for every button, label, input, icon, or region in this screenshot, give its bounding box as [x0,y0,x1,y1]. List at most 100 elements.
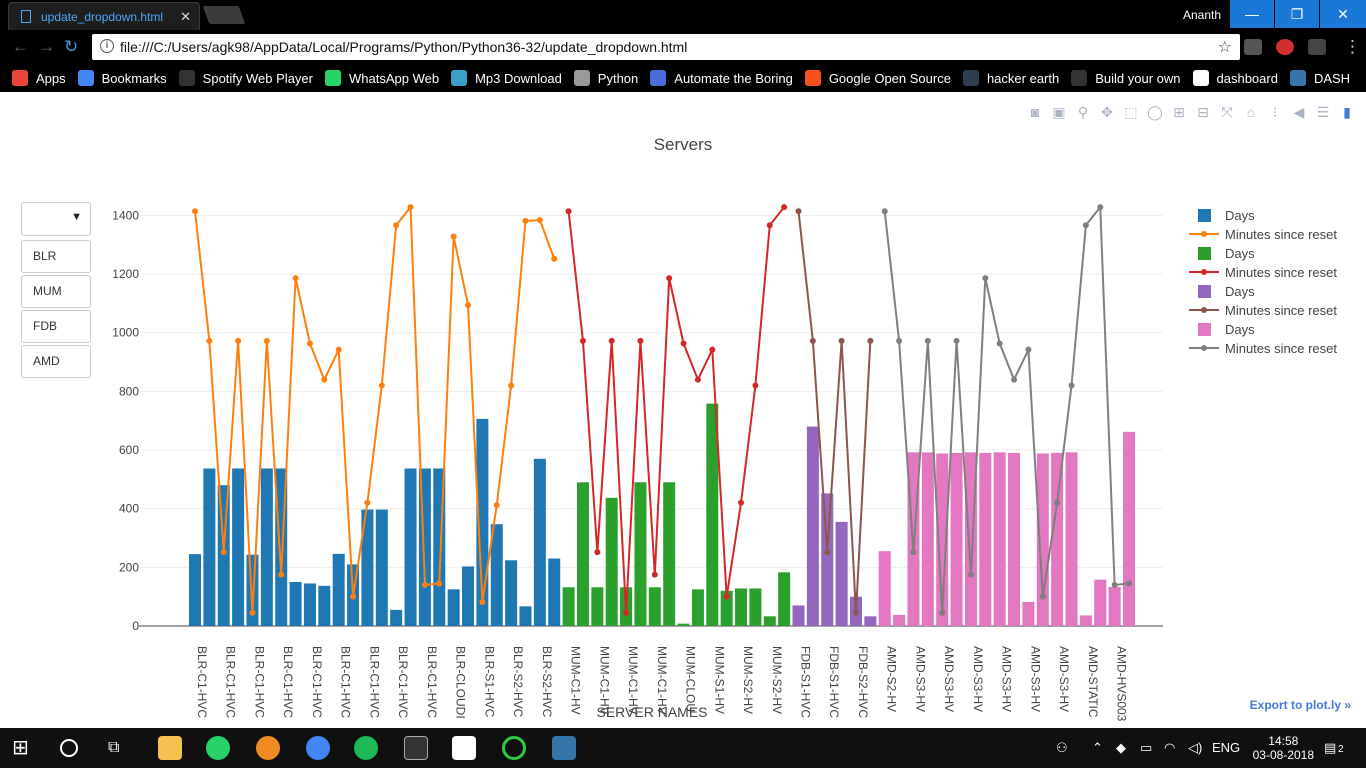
volume-icon[interactable]: ◁) [1188,740,1202,756]
document-icon [21,10,31,23]
camera-icon[interactable]: ◙ [1026,104,1044,121]
browser-tab[interactable]: update_dropdown.html ✕ [8,2,200,30]
line-point [522,217,529,224]
bookmark-item[interactable]: Python [573,70,638,86]
bookmark-item[interactable]: Build your own [1071,70,1181,86]
task-view-icon[interactable]: ⧉ [108,736,132,760]
hover-compare-icon[interactable]: ☰ [1314,104,1332,121]
app-icon[interactable] [256,736,280,760]
bookmark-item[interactable]: DASH [1289,70,1350,86]
bar [462,566,475,626]
region-dropdown[interactable]: ▼ [21,202,91,236]
box-select-icon[interactable]: ⬚ [1122,104,1140,121]
hover-closest-icon[interactable]: ◀ [1290,104,1308,121]
clock[interactable]: 14:58 03-08-2018 [1253,734,1314,762]
profile-name[interactable]: Ananth [1183,8,1221,22]
bookmark-star-icon[interactable]: ☆ [1218,37,1232,57]
bar [1094,579,1107,626]
back-icon[interactable]: ← [12,37,29,57]
clock-date: 03-08-2018 [1252,748,1314,762]
dropdown-arrow-icon[interactable]: ▼ [71,211,82,223]
url-text: file:///C:/Users/agk98/AppData/Local/Pro… [120,39,688,55]
bookmark-label: Bookmarks [101,70,167,86]
save-icon[interactable]: ▣ [1050,104,1068,121]
extension-icon[interactable] [1244,39,1262,55]
bookmark-item[interactable]: dashboard [1192,70,1278,86]
language-indicator[interactable]: ENG [1212,740,1240,755]
file-explorer-icon[interactable] [158,736,182,760]
series-line [567,206,785,613]
line-point [508,382,515,389]
autoscale-icon[interactable]: ⤧ [1218,104,1236,121]
servers-chart: 0 200 400 600 800 1000 1200 1400 Servers BLR-C1-H… [112,135,1337,722]
python-icon[interactable] [552,736,576,760]
forward-icon[interactable]: → [38,37,55,57]
x-tick-label: BLR-CLOUDI [454,646,468,719]
zoom-in-icon[interactable]: ⊞ [1170,104,1188,121]
pan-icon[interactable]: ✥ [1098,104,1116,121]
search-icon[interactable] [60,739,78,757]
bookmark-item[interactable]: WhatsApp Web [324,70,439,86]
x-tick-label: BLR-S2-HVC [511,646,525,718]
wifi-icon[interactable]: ◠ [1164,740,1175,756]
bar [375,509,388,626]
people-icon[interactable]: ⚇ [1056,740,1068,756]
dropbox-icon[interactable]: ◆ [1116,740,1126,756]
windows-start-icon[interactable]: ⊞ [12,736,36,760]
plotly-logo-icon[interactable]: ▮ [1338,104,1356,121]
series-line [883,204,1130,613]
adblock-icon[interactable] [1276,39,1294,55]
line-point [335,346,342,353]
zoom-out-icon[interactable]: ⊟ [1194,104,1212,121]
bookmark-label: Automate the Boring [674,70,793,86]
address-bar[interactable]: i file:///C:/Users/agk98/AppData/Local/P… [92,34,1240,60]
maximize-button[interactable]: ❐ [1275,0,1319,28]
legend-label: Minutes since reset [1225,341,1337,356]
bar [778,572,791,626]
y-tick-label: 1000 [112,326,139,340]
spike-lines-icon[interactable]: ⁝ [1266,104,1284,121]
tab-close-icon[interactable]: ✕ [180,9,191,25]
dropdown-option-mum[interactable]: MUM [21,275,91,308]
cmd-icon[interactable] [404,736,428,760]
dropdown-option-amd[interactable]: AMD [21,345,91,378]
tray-chevron-icon[interactable]: ⌃ [1092,740,1103,756]
chrome-icon[interactable] [306,736,330,760]
bookmark-item[interactable]: Apps [12,70,66,86]
close-window-button[interactable]: ✕ [1320,0,1366,28]
bookmark-item[interactable]: Mp3 Download [451,70,562,86]
bookmark-label: Google Open Source [828,70,951,86]
legend-swatch [1198,247,1211,260]
bar [677,623,690,626]
new-tab-button[interactable] [202,6,246,24]
lasso-icon[interactable]: ◯ [1146,104,1164,121]
app-icon[interactable] [502,736,526,760]
bookmark-item[interactable]: Automate the Boring [650,70,793,86]
bar [864,616,877,626]
x-tick-label: MUM-S1-HV [712,646,726,714]
minimize-button[interactable]: — [1230,0,1274,28]
zoom-icon[interactable]: ⚲ [1074,104,1092,121]
home-icon[interactable]: ⌂ [1242,104,1260,121]
line-point [220,549,227,556]
reload-icon[interactable]: ↻ [64,37,78,57]
battery-icon[interactable]: ▭ [1140,740,1152,756]
x-tick-label: FDB-S2-HVC [856,646,870,718]
evernote-icon[interactable] [1308,39,1326,55]
dropdown-option-blr[interactable]: BLR [21,240,91,273]
bookmark-item[interactable]: Spotify Web Player [178,70,313,86]
plotly-modebar: ◙ ▣ ⚲ ✥ ⬚ ◯ ⊞ ⊟ ⤧ ⌂ ⁝ ◀ ☰ ▮ [1026,104,1356,121]
spotify-icon[interactable] [354,736,378,760]
export-plotly-link[interactable]: Export to plot.ly » [1250,698,1351,712]
notifications-icon[interactable]: ▤ [1324,740,1336,756]
menu-icon[interactable]: ⋮ [1344,37,1361,57]
whatsapp-icon[interactable] [206,736,230,760]
line-point [982,275,989,282]
dropdown-option-fdb[interactable]: FDB [21,310,91,343]
bookmark-item[interactable]: Bookmarks [77,70,167,86]
bookmark-item[interactable]: Google Open Source [804,70,951,86]
line-point [680,340,687,347]
info-icon[interactable]: i [100,39,114,53]
notes-icon[interactable] [452,736,476,760]
bookmark-item[interactable]: hacker earth [962,70,1059,86]
